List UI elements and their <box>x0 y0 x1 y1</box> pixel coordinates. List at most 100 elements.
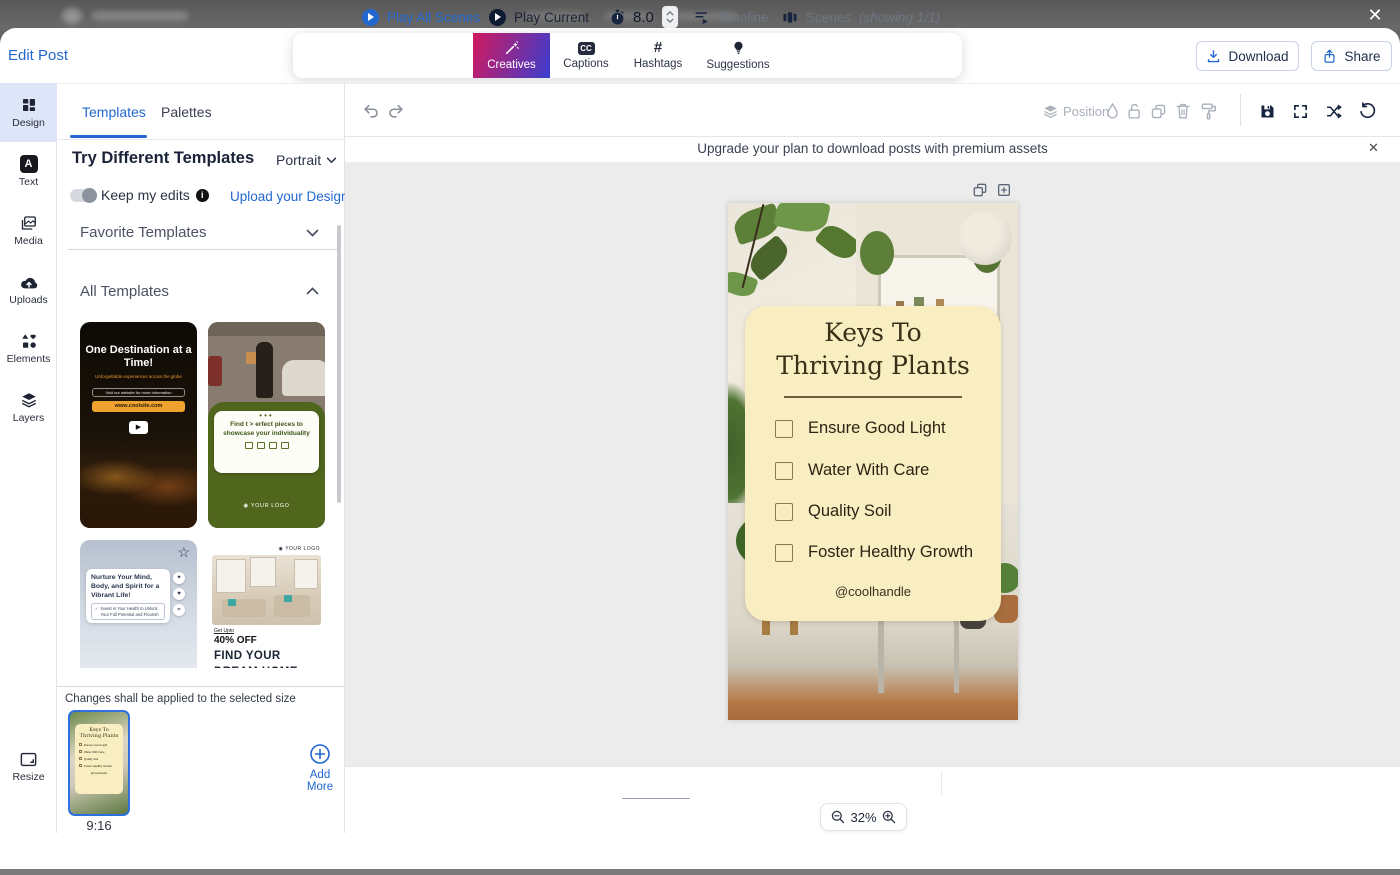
add-scene-icon[interactable] <box>996 182 1012 198</box>
checkbox-icon <box>775 462 793 480</box>
orientation-dropdown[interactable]: Portrait <box>276 152 337 168</box>
sidebar-item-label: Resize <box>12 771 44 783</box>
unlock-icon[interactable] <box>1126 102 1143 121</box>
checklist-item[interactable]: Ensure Good Light <box>775 419 946 438</box>
tab-palettes[interactable]: Palettes <box>161 104 212 120</box>
checklist-item[interactable]: Water With Care <box>775 461 929 480</box>
template-text-card: Nurture Your Mind, Body, and Spirit for … <box>86 569 170 623</box>
checkbox-icon <box>775 503 793 521</box>
tab-creatives[interactable]: Creatives <box>473 33 550 78</box>
chevron-up-icon[interactable] <box>306 287 319 295</box>
orientation-value: Portrait <box>276 152 321 168</box>
template-logo: ◉ YOUR LOGO <box>208 503 325 509</box>
chevron-down-icon <box>326 157 337 164</box>
tab-templates[interactable]: Templates <box>82 104 146 120</box>
zoom-in-icon[interactable] <box>881 809 897 825</box>
scene-duration-control[interactable]: 8.0 <box>610 0 678 34</box>
template-card-wellness[interactable]: ☆ Nurture Your Mind, Body, and Spirit fo… <box>80 540 197 668</box>
sidebar-item-media[interactable]: Media <box>0 201 57 260</box>
banner-close-icon[interactable]: ✕ <box>1368 140 1379 156</box>
reset-icon[interactable] <box>1358 102 1376 120</box>
checklist-item[interactable]: Foster Healthy Growth <box>775 543 973 562</box>
shuffle-icon[interactable] <box>1325 103 1343 120</box>
add-more-button[interactable]: Add More <box>299 743 341 793</box>
duplicate-scene-icon[interactable] <box>972 182 988 198</box>
play-icon <box>489 9 506 26</box>
divider <box>941 771 942 795</box>
aspect-ratio-label: 9:16 <box>68 818 130 833</box>
magic-wand-icon <box>504 40 520 56</box>
design-title[interactable]: Keys To Thriving Plants <box>745 316 1001 382</box>
duration-value[interactable]: 8.0 <box>633 9 654 26</box>
divider <box>784 396 962 398</box>
template-photo <box>212 555 321 625</box>
resize-icon <box>19 751 38 768</box>
template-title: One Destination at a Time! <box>84 344 193 369</box>
download-button[interactable]: Download <box>1196 41 1299 71</box>
design-canvas[interactable]: Keys To Thriving Plants Ensure Good Ligh… <box>728 203 1018 720</box>
sidebar-item-elements[interactable]: Elements <box>0 319 57 378</box>
template-card-realestate[interactable]: ◉ YOUR LOGO Get Upto 40% OFF FIND YOUR D… <box>208 540 325 668</box>
upgrade-banner-text: Upgrade your plan to download posts with… <box>345 141 1400 156</box>
redo-icon[interactable] <box>387 103 405 120</box>
hashtag-icon: # <box>654 41 662 55</box>
tab-hashtags[interactable]: # Hashtags <box>626 33 690 78</box>
download-label: Download <box>1228 49 1288 64</box>
play-icon <box>362 9 379 26</box>
scenes-count: (showing 1/1) <box>859 10 940 25</box>
share-button[interactable]: Share <box>1311 41 1392 71</box>
position-label[interactable]: Position <box>1063 104 1109 119</box>
blend-droplet-icon[interactable] <box>1104 102 1121 121</box>
checkbox-icon <box>775 544 793 562</box>
captions-cc-icon: CC <box>578 42 595 55</box>
keep-edits-toggle[interactable] <box>70 189 97 202</box>
offer-big: 40% OFF <box>214 635 257 646</box>
play-all-scenes-button[interactable]: Play All Scenes <box>362 0 480 34</box>
template-card-boutique[interactable]: ••• Find t > erfect pieces to showcase y… <box>208 322 325 528</box>
tab-captions[interactable]: CC Captions <box>556 33 616 78</box>
sidebar-item-text[interactable]: A Text <box>0 142 57 201</box>
chevron-down-icon[interactable] <box>306 229 319 237</box>
fullscreen-icon[interactable] <box>1292 103 1309 120</box>
tab-label: Captions <box>563 58 608 70</box>
upgrade-banner: Upgrade your plan to download posts with… <box>345 137 1400 162</box>
timeline-button[interactable]: Timeline <box>694 0 769 34</box>
sidebar-item-resize[interactable]: Resize <box>0 737 57 796</box>
checkbox-icon <box>775 420 793 438</box>
template-card-travel[interactable]: One Destination at a Time! Unforgettable… <box>80 322 197 528</box>
favorite-templates-section[interactable]: Favorite Templates <box>80 224 206 241</box>
app-window: ✕ Edit Post Creatives CC Captions # Hash… <box>0 0 1400 875</box>
stopwatch-icon <box>610 9 625 26</box>
divider <box>68 249 337 250</box>
close-icon[interactable]: ✕ <box>1362 2 1388 28</box>
sidebar-item-uploads[interactable]: Uploads <box>0 260 57 319</box>
duplicate-icon[interactable] <box>1150 103 1167 120</box>
paint-roller-icon[interactable] <box>1200 102 1218 121</box>
sidebar-item-layers[interactable]: Layers <box>0 378 57 437</box>
position-layers-icon[interactable] <box>1042 104 1059 119</box>
favorite-star-icon[interactable]: ☆ <box>177 544 190 561</box>
size-thumbnail-9-16[interactable]: Keys ToThriving Plants Ensure Good Light… <box>68 710 130 816</box>
scenes-button[interactable]: Scenes (showing 1/1) <box>782 0 940 34</box>
template-photo <box>80 436 197 528</box>
design-handle[interactable]: @coolhandle <box>745 584 1001 599</box>
info-icon[interactable]: i <box>196 189 209 202</box>
all-templates-section[interactable]: All Templates <box>80 283 169 300</box>
sidebar-item-design[interactable]: Design <box>0 83 57 142</box>
sidebar-item-label: Elements <box>7 353 51 365</box>
play-current-button[interactable]: Play Current <box>489 0 589 34</box>
delete-trash-icon[interactable] <box>1175 102 1191 120</box>
zoom-out-icon[interactable] <box>830 809 846 825</box>
save-icon[interactable] <box>1259 103 1276 120</box>
upload-design-link[interactable]: Upload your Design <box>230 189 349 204</box>
design-text-card[interactable]: Keys To Thriving Plants Ensure Good Ligh… <box>745 306 1001 621</box>
tab-suggestions[interactable]: Suggestions <box>700 33 776 78</box>
design-grid-icon <box>20 96 38 114</box>
checklist-item[interactable]: Quality Soil <box>775 502 891 521</box>
templates-grid: One Destination at a Time! Unforgettable… <box>58 310 344 668</box>
duration-stepper[interactable] <box>662 6 678 28</box>
tab-label: Suggestions <box>706 59 769 71</box>
mini-design-card: Keys ToThriving Plants Ensure Good Light… <box>75 724 123 794</box>
edit-post-link[interactable]: Edit Post <box>8 47 68 64</box>
undo-icon[interactable] <box>362 103 380 120</box>
